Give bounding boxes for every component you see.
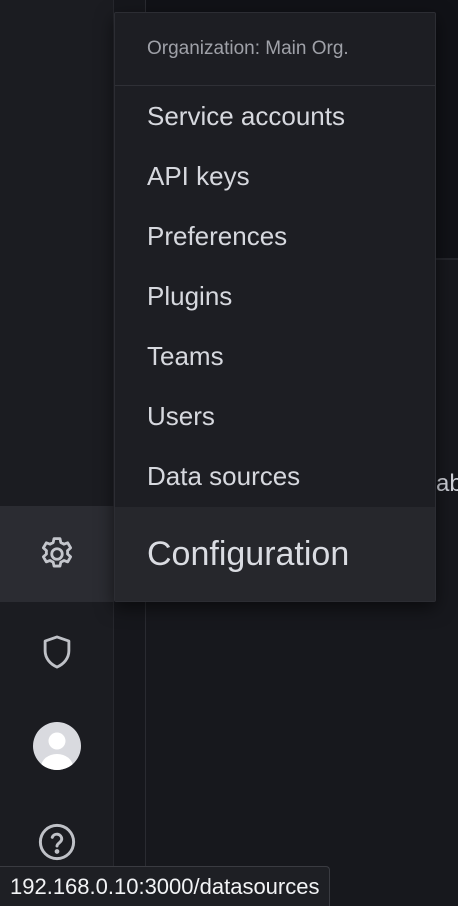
background-partial-text: abe [436, 470, 458, 497]
menu-item-users[interactable]: Users [115, 387, 435, 445]
menu-item-preferences[interactable]: Preferences [115, 207, 435, 265]
avatar [33, 722, 81, 770]
menu-title-configuration[interactable]: Configuration [115, 507, 435, 601]
menu-item-teams[interactable]: Teams [115, 327, 435, 385]
app-root: abe [0, 0, 458, 906]
organization-label: Organization: Main Org. [115, 13, 435, 86]
nav-server-admin[interactable] [0, 604, 114, 700]
side-nav [0, 0, 114, 906]
menu-item-api-keys[interactable]: API keys [115, 147, 435, 205]
menu-item-service-accounts[interactable]: Service accounts [115, 87, 435, 145]
url-status-bar: 192.168.0.10:3000/datasources [0, 866, 331, 906]
gear-icon [41, 537, 73, 568]
nav-configuration[interactable] [0, 506, 114, 602]
status-url: 192.168.0.10:3000/datasources [10, 873, 320, 899]
shield-icon [43, 635, 71, 669]
configuration-dropdown-menu: Organization: Main Org. Service accounts… [114, 12, 436, 602]
menu-item-plugins[interactable]: Plugins [115, 267, 435, 325]
nav-profile[interactable] [0, 698, 114, 794]
help-icon [38, 823, 76, 861]
menu-item-data-sources[interactable]: Data sources [115, 447, 435, 505]
